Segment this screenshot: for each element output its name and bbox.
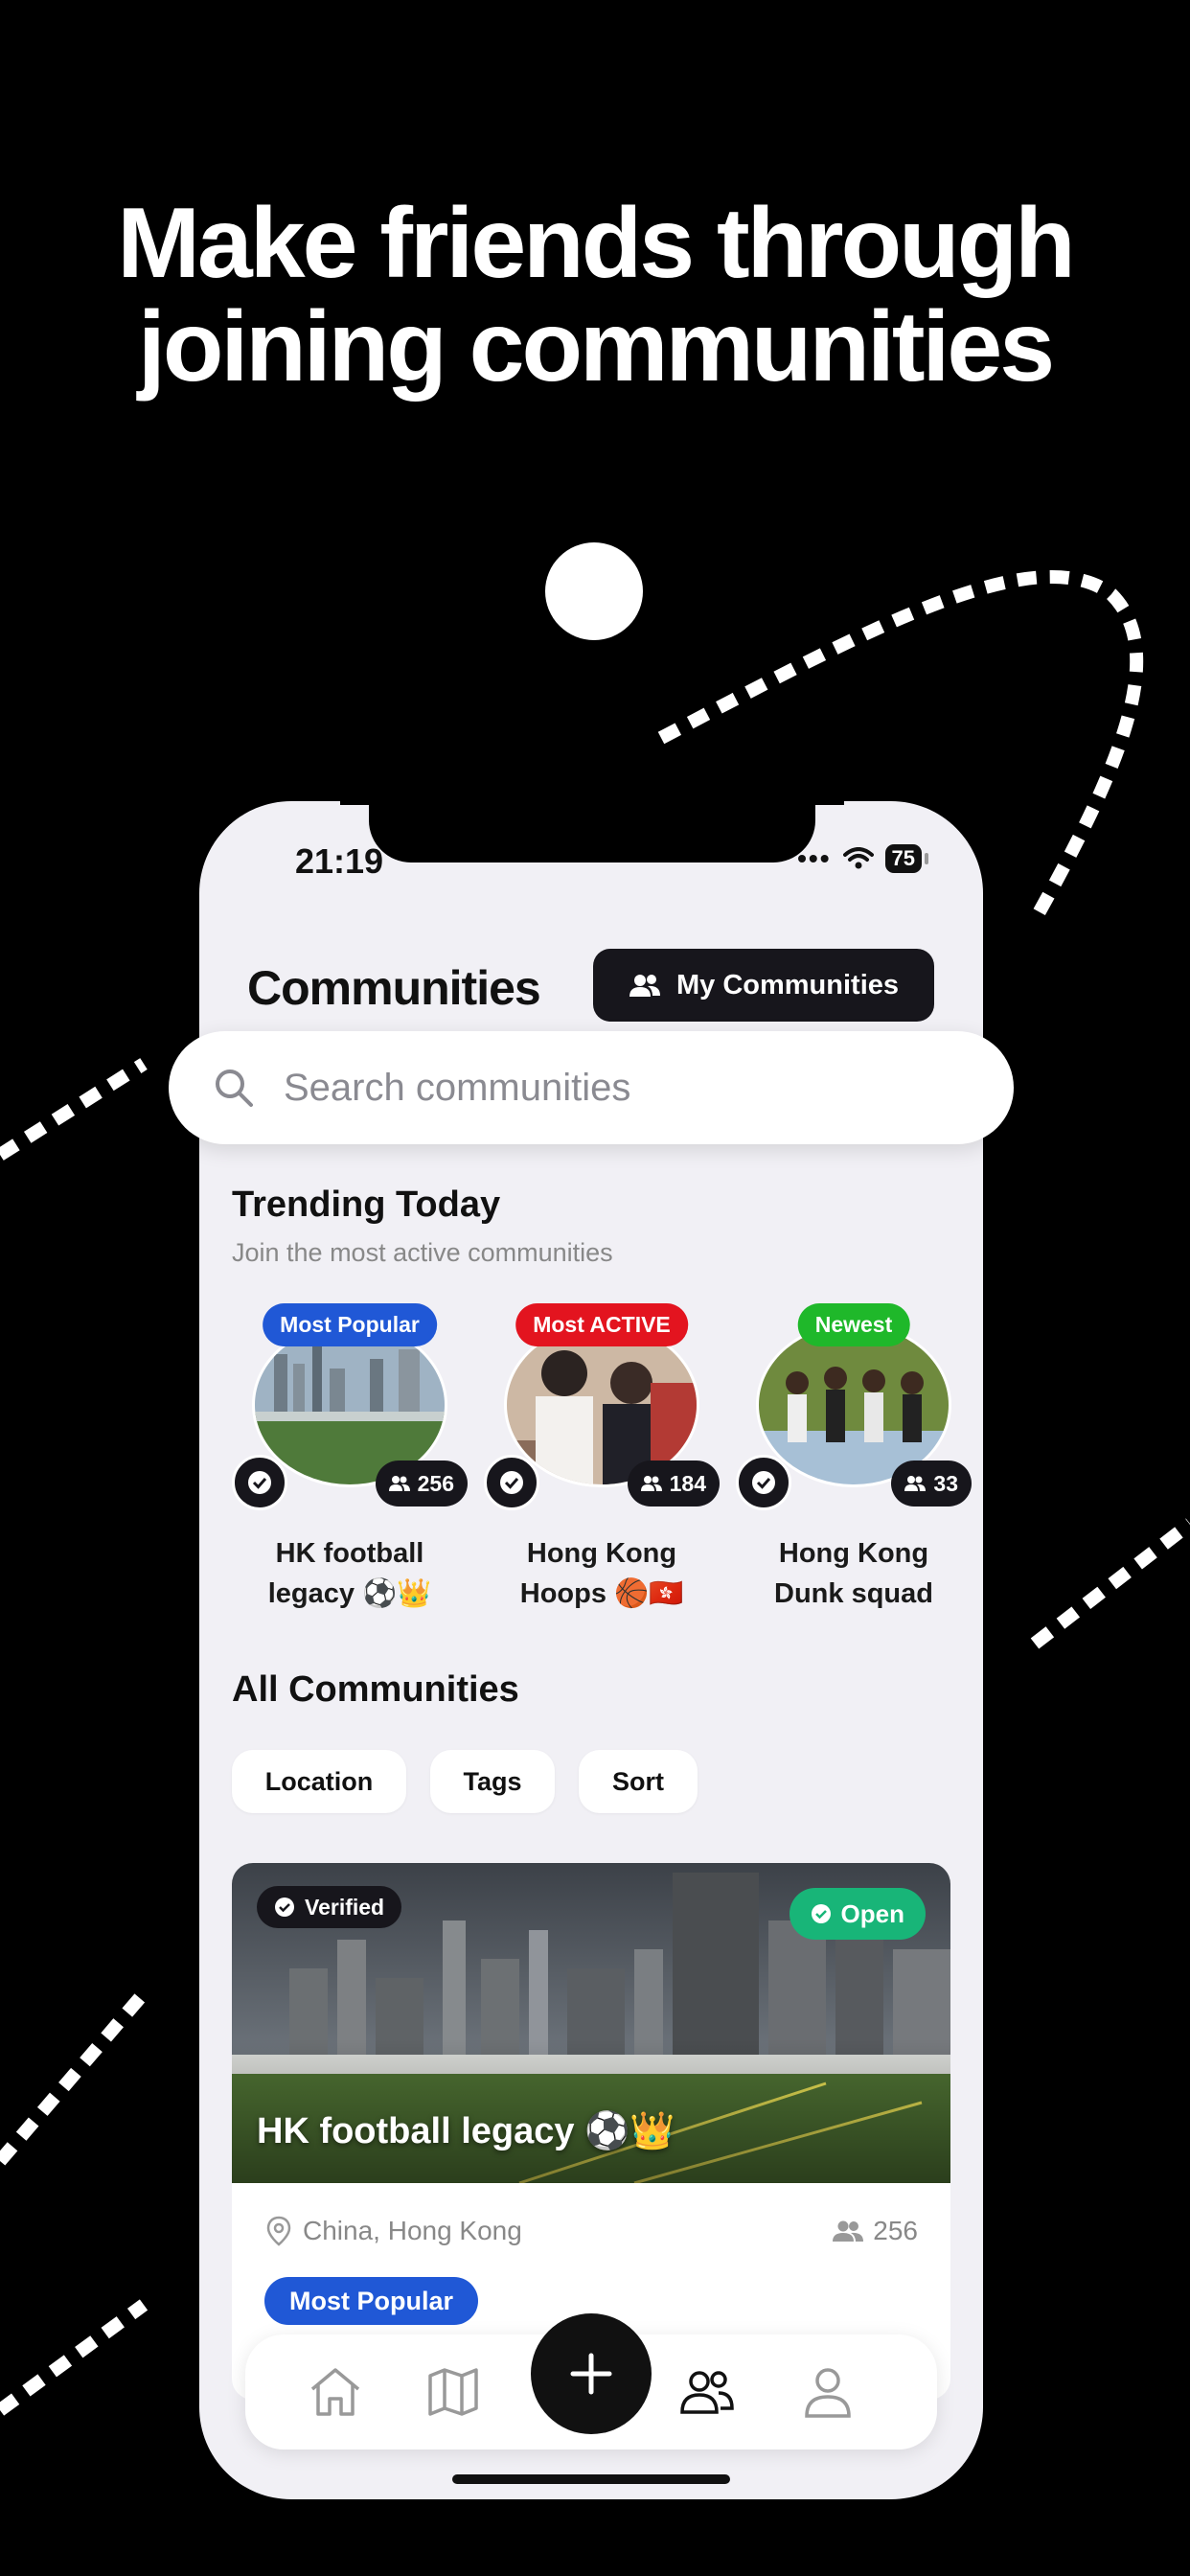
community-name: Hong Kong Hoops 🏀🇭🇰 — [474, 1533, 729, 1614]
home-indicator — [452, 2474, 730, 2484]
battery-icon: 75 — [884, 844, 929, 873]
member-count-text: 256 — [873, 2216, 918, 2245]
people-icon — [680, 2371, 734, 2414]
page-title: Communities — [247, 961, 541, 1015]
tab-home[interactable] — [307, 2363, 364, 2421]
community-location: China, Hong Kong — [266, 2216, 522, 2246]
trending-badge: Most ACTIVE — [515, 1303, 688, 1346]
community-name-line-2: Dunk squad — [774, 1578, 933, 1609]
profile-icon — [805, 2368, 851, 2418]
search-input[interactable]: Search communities — [284, 1067, 630, 1110]
community-name-line-2: Hoops 🏀🇭🇰 — [519, 1578, 684, 1609]
open-status-badge: Open — [789, 1888, 926, 1940]
all-communities-title: All Communities — [232, 1669, 519, 1710]
open-label: Open — [840, 1898, 904, 1928]
tab-profile[interactable] — [799, 2363, 857, 2421]
verified-label: Verified — [305, 1894, 385, 1920]
verified-check-icon — [484, 1455, 539, 1510]
trending-badge: Newest — [797, 1303, 910, 1346]
wifi-icon — [842, 847, 874, 869]
community-name-line-1: Hong Kong — [778, 1538, 929, 1569]
tab-communities[interactable] — [678, 2363, 736, 2421]
location-pin-icon — [266, 2216, 291, 2246]
community-card-title: HK football legacy ⚽️👑 — [257, 2111, 675, 2151]
people-icon — [629, 975, 660, 997]
my-communities-button[interactable]: My Communities — [593, 949, 934, 1022]
filter-sort-chip[interactable]: Sort — [579, 1750, 698, 1813]
location-text: China, Hong Kong — [303, 2216, 522, 2245]
trending-item-hk-football[interactable]: Most Popular 256 HK football legacy ⚽️👑 — [232, 1303, 468, 1610]
search-icon — [216, 1070, 253, 1107]
people-icon — [388, 1476, 410, 1491]
verified-badge: Verified — [257, 1886, 402, 1928]
member-count-pill: 33 — [891, 1460, 972, 1506]
decorative-dot — [545, 542, 643, 640]
check-circle-icon — [811, 1904, 831, 1923]
status-icons: ••• 75 — [797, 843, 929, 874]
trending-item-hong-kong-dunk-squad[interactable]: Newest 33 Hong Kong Dunk squad — [736, 1303, 972, 1610]
check-circle-icon — [275, 1898, 294, 1917]
phone-notch — [340, 757, 844, 862]
people-icon — [904, 1476, 927, 1491]
trending-subtitle: Join the most active communities — [232, 1238, 613, 1267]
trending-badge: Most Popular — [263, 1303, 437, 1346]
my-communities-label: My Communities — [675, 969, 900, 1000]
plus-icon — [570, 2353, 612, 2395]
community-name: HK football legacy ⚽️👑 — [222, 1533, 477, 1614]
community-name-line-1: HK football — [275, 1538, 424, 1569]
tab-map[interactable] — [424, 2363, 482, 2421]
people-icon — [833, 2220, 864, 2242]
community-tag: Most Popular — [264, 2277, 479, 2325]
create-community-button[interactable] — [531, 2313, 652, 2434]
trending-item-hong-kong-hoops[interactable]: Most ACTIVE 184 Hong Kong Hoops 🏀🇭🇰 — [484, 1303, 720, 1610]
member-count: 33 — [933, 1470, 958, 1496]
filter-location-chip[interactable]: Location — [232, 1750, 406, 1813]
community-member-count: 256 — [833, 2216, 918, 2246]
trending-title: Trending Today — [232, 1184, 501, 1225]
member-count: 184 — [669, 1470, 706, 1496]
verified-check-icon — [232, 1455, 287, 1510]
community-name-line-1: Hong Kong — [526, 1538, 677, 1569]
member-count-pill: 256 — [375, 1460, 468, 1506]
home-icon — [310, 2368, 360, 2416]
filter-tags-chip[interactable]: Tags — [430, 1750, 555, 1813]
search-bar[interactable]: Search communities — [169, 1031, 1014, 1144]
status-time: 21:19 — [295, 841, 384, 881]
people-icon — [640, 1476, 662, 1491]
community-name-line-2: legacy ⚽️👑 — [267, 1578, 432, 1609]
verified-check-icon — [736, 1455, 791, 1510]
community-name: Hong Kong Dunk squad — [726, 1533, 981, 1614]
member-count: 256 — [417, 1470, 454, 1496]
map-icon — [428, 2368, 478, 2416]
member-count-pill: 184 — [627, 1460, 720, 1506]
